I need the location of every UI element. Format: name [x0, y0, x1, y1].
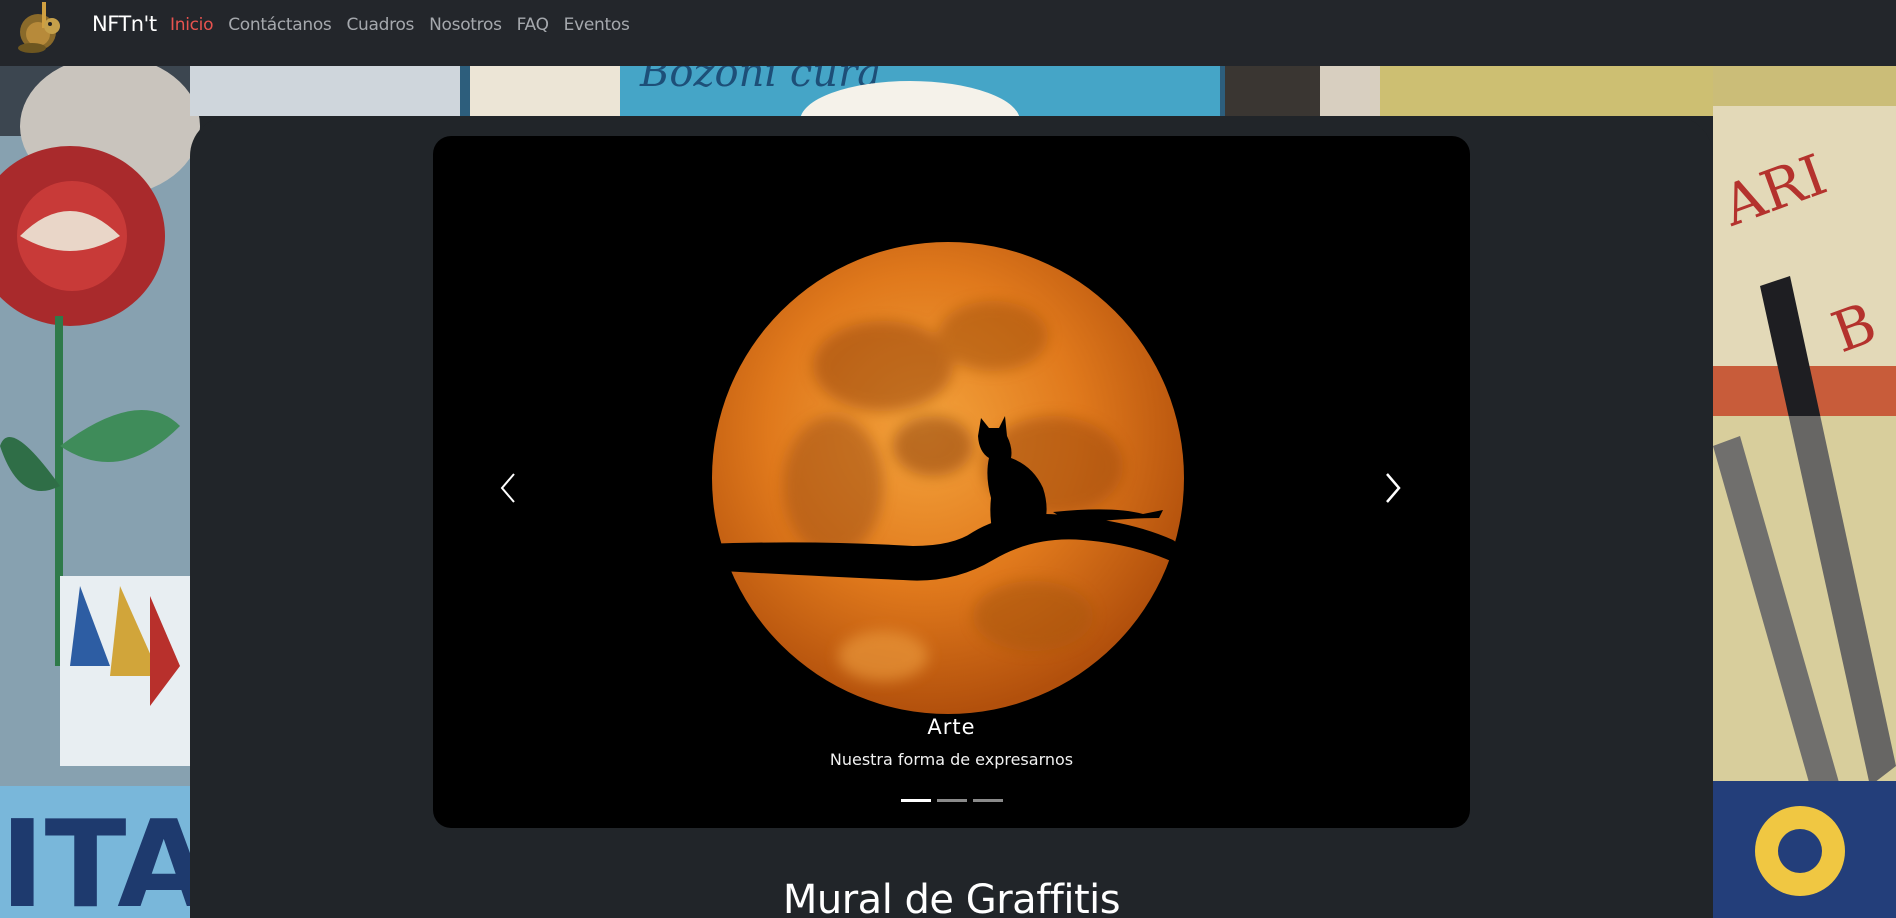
carousel-next-button[interactable]: [1353, 458, 1433, 518]
hero-carousel: Arte Nuestra forma de expresarnos: [433, 136, 1470, 828]
chevron-left-icon: [500, 473, 515, 503]
nav-link-contactanos[interactable]: Contáctanos: [228, 13, 332, 37]
logo-icon[interactable]: [8, 0, 74, 54]
main-nav: Inicio Contáctanos Cuadros Nosotros FAQ …: [170, 13, 645, 37]
top-navbar: NFTn't Inicio Contáctanos Cuadros Nosotr…: [0, 0, 1896, 66]
brand-name[interactable]: NFTn't: [92, 10, 157, 38]
nav-link-inicio[interactable]: Inicio: [170, 13, 213, 37]
carousel-indicator-2[interactable]: [936, 799, 967, 802]
carousel-caption-title: Arte: [927, 715, 976, 739]
carousel-indicator-1[interactable]: [900, 799, 931, 802]
carousel-indicator-3[interactable]: [972, 799, 1003, 802]
chevron-right-icon: [1386, 473, 1401, 503]
nav-link-faq[interactable]: FAQ: [517, 13, 549, 37]
section-title: Mural de Graffitis: [782, 877, 1121, 918]
carousel-prev-button[interactable]: [468, 458, 548, 518]
carousel-caption-text: Nuestra forma de expresarnos: [829, 750, 1074, 769]
carousel-indicators: [433, 799, 1470, 802]
svg-text:ITA: ITA: [0, 796, 210, 918]
nav-link-cuadros[interactable]: Cuadros: [346, 13, 414, 37]
nav-link-eventos[interactable]: Eventos: [564, 13, 630, 37]
nav-link-nosotros[interactable]: Nosotros: [429, 13, 502, 37]
